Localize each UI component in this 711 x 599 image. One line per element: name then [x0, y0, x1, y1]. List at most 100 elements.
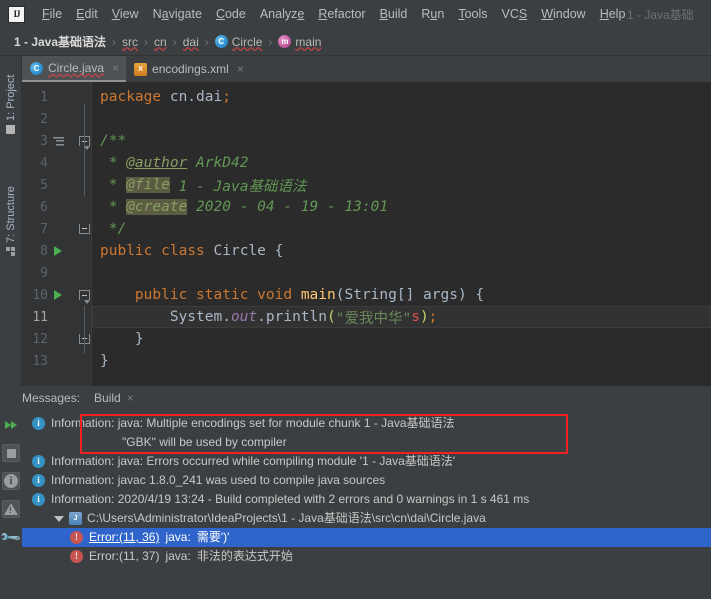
message-text: Information: java: Multiple encodings se…	[51, 416, 455, 430]
menu-tools[interactable]: Tools	[451, 4, 494, 24]
menu-code[interactable]: Code	[209, 4, 253, 24]
method-params: (String[] args) {	[335, 287, 485, 303]
warning-filter-icon[interactable]	[2, 500, 20, 518]
right-paren: )	[419, 309, 429, 325]
comment: ArkD42	[187, 155, 249, 171]
messages-label: Messages:	[22, 391, 81, 405]
close-icon[interactable]: ×	[127, 391, 134, 405]
run-class-icon[interactable]	[54, 246, 62, 256]
editor-column: C Circle.java × X encodings.xml × 1 2 3	[22, 56, 711, 387]
menu-analyze[interactable]: Analyze	[253, 4, 311, 24]
breadcrumb-label: src	[122, 34, 139, 49]
breadcrumb-separator: ›	[268, 34, 273, 49]
code-text[interactable]: package cn.dai; /** * @author ArkD42 * @…	[92, 82, 711, 387]
menu-navigate[interactable]: Navigate	[146, 4, 209, 24]
info-filter-icon[interactable]: i	[2, 472, 20, 490]
code-line-4: * @author ArkD42	[92, 152, 711, 174]
message-row-info-4[interactable]: i Information: 2020/4/19 13:24 - Build c…	[22, 490, 711, 509]
breadcrumb-item-src[interactable]: src	[118, 35, 142, 49]
message-row-file-node[interactable]: J C:\Users\Administrator\IdeaProjects\1 …	[22, 509, 711, 528]
println-call: println	[265, 309, 327, 325]
fold-toggle-icon[interactable]	[79, 290, 90, 304]
error-message: 非法的表达式开始	[196, 549, 293, 563]
folder-icon	[6, 125, 16, 134]
left-paren: (	[327, 309, 336, 325]
run-method-icon[interactable]	[54, 290, 62, 300]
code-folding-gutter[interactable]	[78, 82, 92, 387]
editor-tab-label: encodings.xml	[152, 62, 229, 76]
editor-region: 1: Project 7: Structure C Circle.java × …	[0, 56, 711, 387]
error-location[interactable]: Error:(11, 37)	[89, 548, 159, 565]
line-number: 4	[40, 155, 48, 171]
out-field: out	[230, 309, 258, 325]
sidebar-tab-structure[interactable]: 7: Structure	[0, 174, 22, 260]
menu-vcs[interactable]: VCS	[495, 4, 535, 24]
breadcrumb-item-main[interactable]: m main	[274, 35, 325, 49]
rerun-icon[interactable]	[2, 416, 20, 434]
menu-build[interactable]: Build	[373, 4, 415, 24]
breadcrumb-item-project[interactable]: 1 - Java基础语法	[10, 33, 110, 50]
close-icon[interactable]: ×	[112, 61, 119, 75]
settings-wrench-icon[interactable]: 🔧	[0, 525, 22, 548]
keyword: void	[257, 287, 293, 303]
message-row-info-1[interactable]: i Information: java: Multiple encodings …	[22, 414, 711, 433]
semicolon: ;	[222, 89, 231, 105]
message-row-info-3[interactable]: i Information: javac 1.8.0_241 was used …	[22, 471, 711, 490]
window-title: 1 - Java基础	[627, 8, 694, 22]
brace: }	[100, 353, 109, 369]
sidebar-tab-project[interactable]: 1: Project	[0, 64, 22, 138]
javadoc-tag: @author	[126, 155, 188, 171]
code-line-8: public class Circle {	[92, 240, 711, 262]
error-location[interactable]: Error:(11, 36)	[89, 529, 159, 546]
message-text: Information: javac 1.8.0_241 was used to…	[51, 473, 386, 487]
error-icon: !	[70, 531, 83, 544]
comment: /**	[100, 133, 127, 149]
line-number: 11	[32, 309, 48, 325]
messages-panel: Messages: Build × i 🔧 i Informatio	[0, 386, 711, 599]
logo-text: IJ	[13, 9, 20, 19]
breadcrumb: 1 - Java基础语法 › src › cn › dai › C Circle…	[0, 28, 711, 56]
editor-tab-circle-java[interactable]: C Circle.java ×	[22, 56, 127, 82]
javadoc-tag: @create	[126, 199, 188, 215]
editor-tab-encodings-xml[interactable]: X encodings.xml ×	[126, 56, 251, 82]
message-row-error-1[interactable]: ! Error:(11, 36) java: 需要')'	[22, 528, 711, 547]
breadcrumb-separator: ›	[172, 34, 177, 49]
menu-window[interactable]: Window	[534, 4, 592, 24]
line-number-gutter[interactable]: 1 2 3 4 5 6 7 8 9 10 11 12 13	[22, 82, 78, 387]
code-line-3: /**	[92, 130, 711, 152]
menu-file[interactable]: File	[35, 4, 69, 24]
breadcrumb-item-circle[interactable]: C Circle	[211, 35, 267, 49]
sidebar-tab-label: 7: Structure	[5, 186, 17, 243]
chevron-down-icon[interactable]	[54, 515, 64, 522]
messages-tab-build[interactable]: Build ×	[94, 391, 134, 405]
menu-run[interactable]: Run	[414, 4, 451, 24]
method-icon: m	[278, 35, 292, 48]
stop-icon[interactable]	[2, 444, 20, 462]
file-path: C:\Users\Administrator\IdeaProjects\1 - …	[87, 511, 486, 525]
info-icon: i	[32, 417, 45, 430]
comment: *	[100, 177, 127, 193]
close-icon[interactable]: ×	[237, 62, 244, 76]
breadcrumb-item-cn[interactable]: cn	[150, 35, 171, 49]
breadcrumb-item-dai[interactable]: dai	[179, 35, 203, 49]
sidebar-tab-label: 1: Project	[5, 74, 17, 121]
messages-list[interactable]: i Information: java: Multiple encodings …	[22, 410, 711, 599]
message-row-info-2[interactable]: i Information: java: Errors occurred whi…	[22, 452, 711, 471]
fold-toggle-icon[interactable]	[79, 224, 90, 234]
messages-toolbar: i 🔧	[0, 410, 22, 599]
message-text: "GBK" will be used by compiler	[122, 435, 287, 449]
method-name: main	[300, 287, 336, 303]
menu-refactor[interactable]: Refactor	[311, 4, 372, 24]
menu-edit[interactable]: Edit	[69, 4, 105, 24]
class-icon: C	[214, 35, 228, 48]
menu-view[interactable]: View	[105, 4, 146, 24]
keyword: public	[100, 243, 153, 259]
idea-window: IJ File Edit View Navigate Code Analyze …	[0, 0, 711, 599]
info-icon: i	[32, 455, 45, 468]
message-row-error-2[interactable]: ! Error:(11, 37) java: 非法的表达式开始	[22, 547, 711, 566]
code-editor[interactable]: 1 2 3 4 5 6 7 8 9 10 11 12 13 package cn…	[22, 82, 711, 387]
breadcrumb-label: cn	[154, 34, 167, 49]
java-class-icon: C	[30, 61, 43, 75]
